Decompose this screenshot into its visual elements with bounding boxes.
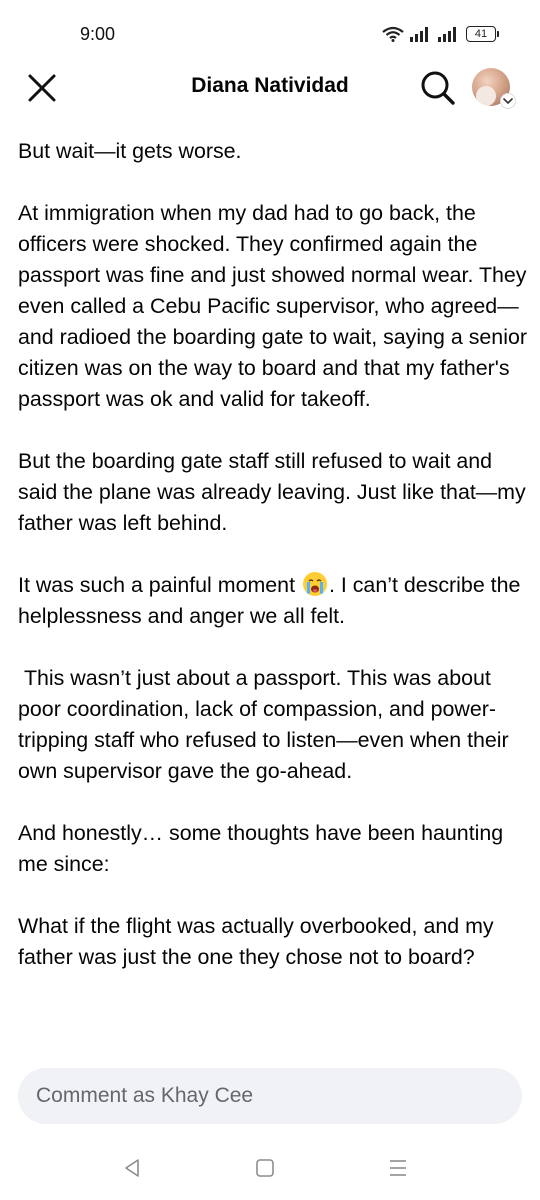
signal-icon [438,27,456,42]
search-button[interactable] [418,68,458,108]
system-navigation-bar [0,1140,540,1200]
post-paragraph: But wait—it gets worse. [18,139,242,163]
battery-indicator: 41 [466,26,499,42]
wifi-icon [382,26,404,42]
post-paragraph: At immigration when my dad had to go bac… [18,201,527,411]
post-paragraph: This wasn’t just about a passport. This … [18,666,515,783]
signal-icon [410,27,428,42]
post-header: Diana Natividad [0,60,540,116]
post-body: But wait—it gets worse. At immigration w… [18,136,528,1062]
post-paragraph: What if the flight was actually overbook… [18,914,500,969]
profile-avatar-button[interactable] [472,68,516,109]
battery-level: 41 [474,28,488,40]
post-paragraph: But the boarding gate staff still refuse… [18,449,526,535]
nav-menu-button[interactable] [378,1154,418,1182]
close-icon [28,74,56,102]
status-time: 9:00 [80,24,116,44]
chevron-down-icon [500,93,516,109]
page-title: Diana Natividad [191,74,349,97]
nav-home-button[interactable] [245,1154,285,1182]
search-icon [421,71,455,105]
close-button[interactable] [20,70,64,106]
status-bar: 9:00 41 [0,0,540,60]
comment-input[interactable]: Comment as Khay Cee [18,1068,522,1124]
back-triangle-icon [125,1159,139,1177]
emoji-paragraph-text-before: It was such a painful moment [18,573,301,597]
home-square-icon [256,1159,274,1177]
nav-back-button[interactable] [112,1154,152,1182]
menu-lines-icon [390,1160,406,1176]
loudly-crying-face-emoji [302,572,327,596]
status-icons: 41 [382,26,499,42]
post-paragraph-with-emoji: It was such a painful moment . I can’t d… [18,570,528,632]
post-paragraph: And honestly… some thoughts have been ha… [18,821,510,876]
comment-placeholder: Comment as Khay Cee [36,1084,254,1107]
